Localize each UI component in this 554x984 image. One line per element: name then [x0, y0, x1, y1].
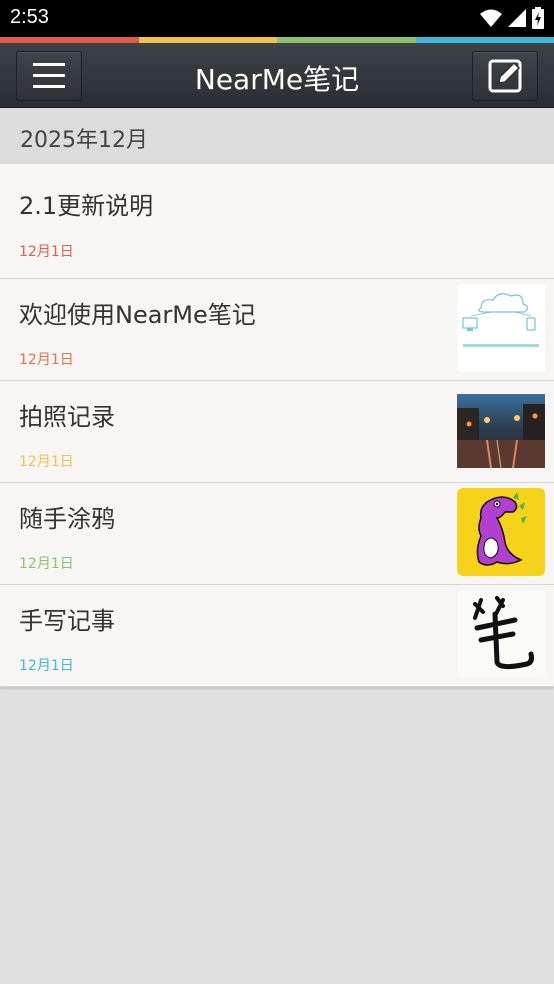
signal-icon	[508, 9, 526, 27]
app-bar: NearMe笔记	[0, 43, 554, 108]
app-title: NearMe笔记	[194, 63, 360, 96]
battery-icon	[532, 7, 544, 29]
edit-icon	[488, 59, 522, 93]
note-list: 2.1更新说明 12月1日 欢迎使用NearMe笔记 12月1日 拍照记录 12…	[0, 164, 554, 687]
note-item[interactable]: 手写记事 12月1日	[0, 585, 554, 687]
month-label: 2025年12月	[20, 128, 148, 153]
new-note-button[interactable]	[472, 51, 538, 101]
note-title: 手写记事	[19, 607, 115, 635]
cloud-sync-thumbnail	[457, 284, 545, 372]
wifi-icon	[480, 9, 502, 27]
status-time: 2:53	[10, 6, 49, 28]
note-date: 12月1日	[19, 556, 74, 572]
note-title: 随手涂鸦	[19, 505, 115, 533]
note-item[interactable]: 随手涂鸦 12月1日	[0, 483, 554, 585]
handwriting-thumbnail	[457, 590, 545, 678]
note-date: 12月1日	[19, 454, 74, 470]
note-title: 2.1更新说明	[19, 192, 154, 220]
note-title: 拍照记录	[19, 403, 115, 431]
note-item[interactable]: 2.1更新说明 12月1日	[0, 164, 554, 279]
note-item[interactable]: 欢迎使用NearMe笔记 12月1日	[0, 279, 554, 381]
dinosaur-doodle-thumbnail	[457, 488, 545, 576]
street-photo-thumbnail	[457, 394, 545, 468]
note-title: 欢迎使用NearMe笔记	[19, 301, 256, 329]
note-date: 12月1日	[19, 352, 74, 368]
status-bar: 2:53	[0, 0, 554, 37]
note-date: 12月1日	[19, 244, 74, 260]
month-header: 2025年12月	[0, 108, 554, 164]
status-icons	[480, 7, 544, 29]
note-date: 12月1日	[19, 658, 74, 674]
note-item[interactable]: 拍照记录 12月1日	[0, 381, 554, 483]
